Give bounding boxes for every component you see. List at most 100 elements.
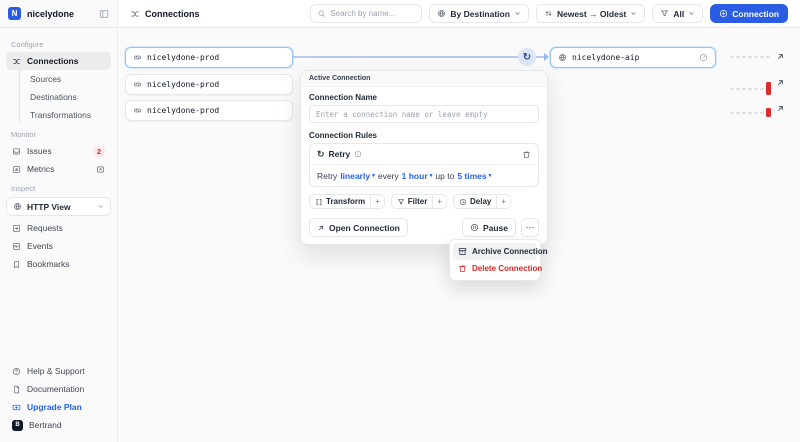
sidebar-item-events[interactable]: Events bbox=[6, 237, 111, 255]
http-view-select[interactable]: HTTP View bbox=[6, 197, 111, 216]
connections-icon bbox=[12, 57, 21, 66]
transform-icon bbox=[315, 198, 323, 206]
open-connection-button[interactable]: Open Connection bbox=[309, 218, 408, 237]
add-transform-chip[interactable]: Transform + bbox=[309, 194, 385, 209]
info-icon[interactable] bbox=[354, 150, 362, 158]
source-name: nicelydone-prod bbox=[147, 80, 220, 89]
open-connection-arrow-icon[interactable] bbox=[776, 104, 785, 113]
pulse-icon bbox=[12, 242, 21, 251]
sidebar-item-label: Metrics bbox=[27, 164, 55, 174]
sidebar-item-upgrade-plan[interactable]: Upgrade Plan bbox=[6, 398, 111, 416]
new-connection-button[interactable]: Connection bbox=[710, 4, 788, 23]
source-card[interactable]: nicelydone-prod bbox=[125, 74, 293, 95]
connections-subtree: Sources Destinations Transformations bbox=[19, 70, 111, 124]
add-delay-chip[interactable]: Delay + bbox=[453, 194, 512, 209]
activity-sparkline bbox=[730, 82, 771, 95]
sidebar-item-sources[interactable]: Sources bbox=[20, 70, 111, 88]
search-icon bbox=[317, 9, 326, 18]
page-title: Connections bbox=[145, 8, 200, 19]
help-circle-icon bbox=[12, 367, 21, 376]
retry-strategy-select[interactable]: linearly ▾ bbox=[340, 171, 375, 181]
popover-header: Active Connection bbox=[301, 71, 547, 87]
add-icon[interactable]: + bbox=[496, 195, 510, 208]
workspace-header: N nicelydone bbox=[0, 0, 118, 28]
sidebar-item-label: Upgrade Plan bbox=[27, 402, 82, 412]
sidebar-item-metrics[interactable]: Metrics bbox=[6, 160, 111, 178]
filter-label: All bbox=[673, 8, 685, 19]
sidebar-item-label: Issues bbox=[27, 146, 52, 156]
sidebar-item-issues[interactable]: Issues 2 bbox=[6, 142, 111, 160]
add-filter-chip[interactable]: Filter + bbox=[390, 194, 448, 209]
issues-count-badge: 2 bbox=[92, 145, 105, 157]
caret-icon: ▾ bbox=[488, 172, 492, 179]
caret-icon: ▾ bbox=[372, 172, 375, 179]
delete-rule-icon[interactable] bbox=[522, 150, 531, 159]
retry-icon: ↻ bbox=[317, 148, 325, 159]
sort-label: Newest → Oldest bbox=[556, 8, 627, 19]
sidebar-item-label: Bertrand bbox=[29, 420, 62, 430]
connections-canvas: ↻ nicelydone-prod nicelydone-prod nicely… bbox=[118, 28, 800, 442]
sidebar-item-requests[interactable]: Requests bbox=[6, 219, 111, 237]
open-connection-arrow-icon[interactable] bbox=[776, 52, 785, 61]
top-bar: Connections By Destination Newest → Olde… bbox=[118, 0, 800, 28]
chip-label: Transform bbox=[326, 197, 366, 206]
sidebar-item-bookmarks[interactable]: Bookmarks bbox=[6, 255, 111, 273]
rate-gauge-icon bbox=[699, 53, 708, 62]
open-connection-arrow-icon[interactable] bbox=[776, 78, 785, 87]
group-by-label: By Destination bbox=[450, 8, 510, 19]
chip-label: Filter bbox=[407, 197, 428, 206]
retry-interval-select[interactable]: 1 hour ▾ bbox=[402, 171, 433, 181]
new-connection-label: Connection bbox=[732, 8, 779, 19]
open-connection-label: Open Connection bbox=[329, 222, 400, 233]
globe-icon bbox=[13, 202, 22, 211]
retry-count-select[interactable]: 5 times ▾ bbox=[457, 171, 491, 181]
add-icon[interactable]: + bbox=[370, 195, 384, 208]
archive-connection-item[interactable]: Archive Connection bbox=[453, 243, 548, 260]
connection-rules-label: Connection Rules bbox=[309, 131, 378, 140]
source-card[interactable]: nicelydone-prod bbox=[125, 100, 293, 121]
sidebar-item-destinations[interactable]: Destinations bbox=[20, 88, 111, 106]
sidebar-item-label: Connections bbox=[27, 56, 79, 66]
inbox-icon bbox=[12, 147, 21, 156]
popover-body: Connection Name Connection Rules ↻ Retry bbox=[301, 87, 547, 244]
app-window: N nicelydone Connections By Destination bbox=[0, 0, 800, 442]
more-actions-button[interactable]: ⋯ bbox=[521, 218, 539, 237]
sidebar-item-label: Documentation bbox=[27, 384, 85, 394]
sidebar-item-help[interactable]: Help & Support bbox=[6, 362, 111, 380]
sidebar-item-label: Destinations bbox=[30, 92, 77, 102]
pause-button[interactable]: Pause bbox=[461, 218, 516, 237]
delete-connection-item[interactable]: Delete Connection bbox=[453, 260, 542, 277]
chart-icon bbox=[12, 165, 21, 174]
sidebar: Configure Connections Sources Destinatio… bbox=[0, 28, 118, 442]
filter-dropdown[interactable]: All bbox=[652, 4, 704, 23]
filter-icon bbox=[660, 9, 669, 18]
open-panel-icon bbox=[96, 165, 105, 174]
error-bar bbox=[766, 108, 771, 117]
search-input[interactable] bbox=[330, 9, 416, 18]
sidebar-item-user[interactable]: B Bertrand bbox=[6, 416, 111, 434]
webhook-icon bbox=[133, 53, 142, 62]
connection-name-input[interactable] bbox=[309, 105, 539, 123]
connection-line-arrowhead bbox=[544, 53, 549, 61]
chevron-down-icon bbox=[688, 10, 695, 17]
group-by-dropdown[interactable]: By Destination bbox=[429, 4, 529, 23]
sidebar-item-documentation[interactable]: Documentation bbox=[6, 380, 111, 398]
pause-icon bbox=[470, 223, 479, 232]
add-icon[interactable]: + bbox=[432, 195, 446, 208]
destination-card[interactable]: nicelydone-aip bbox=[550, 47, 716, 68]
source-card[interactable]: nicelydone-prod bbox=[125, 47, 293, 68]
http-view-label: HTTP View bbox=[27, 201, 71, 212]
rule-chips-row: Transform + Filter + Delay + bbox=[309, 194, 539, 209]
retry-node[interactable]: ↻ bbox=[518, 48, 536, 66]
sidebar-toggle-icon[interactable] bbox=[99, 9, 109, 19]
search-box[interactable] bbox=[310, 4, 423, 23]
sort-dropdown[interactable]: Newest → Oldest bbox=[535, 4, 646, 23]
rule-word: up to bbox=[435, 170, 455, 181]
sidebar-item-transformations[interactable]: Transformations bbox=[20, 106, 111, 124]
workspace-name[interactable]: nicelydone bbox=[27, 9, 74, 19]
menu-item-label: Archive Connection bbox=[472, 247, 548, 256]
chevron-down-icon bbox=[514, 10, 521, 17]
arrow-up-right-icon bbox=[317, 224, 325, 232]
source-name: nicelydone-prod bbox=[147, 53, 220, 62]
sidebar-item-connections[interactable]: Connections bbox=[6, 52, 111, 70]
